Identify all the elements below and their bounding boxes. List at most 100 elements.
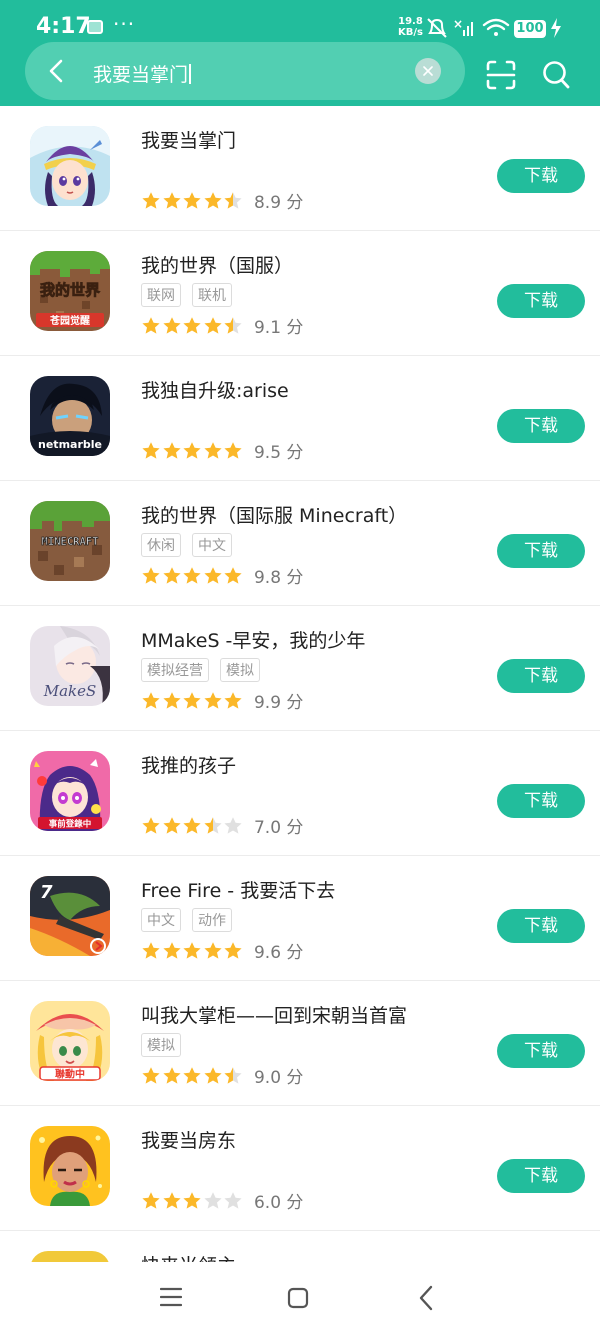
- app-name[interactable]: 我独自升级:arise: [141, 376, 289, 403]
- back-arrow-icon[interactable]: [45, 58, 69, 84]
- app-row[interactable]: 7 Free Fire - 我要活下去 中文 动作 9.6 分 下载: [0, 856, 600, 981]
- star-empty-icon: [204, 1191, 222, 1209]
- tag[interactable]: 中文: [192, 533, 232, 557]
- scan-icon[interactable]: [486, 60, 516, 90]
- star-empty-icon: [224, 816, 242, 834]
- rating-score: 9.5 分: [253, 443, 304, 463]
- star-filled-icon: [204, 316, 222, 334]
- tag[interactable]: 模拟: [220, 658, 260, 682]
- app-row[interactable]: netmarble 我独自升级:arise 9.5 分 下载: [0, 356, 600, 481]
- app-row[interactable]: 我要当房东 6.0 分 下载: [0, 1106, 600, 1231]
- app-name[interactable]: 我要当掌门: [141, 126, 236, 153]
- star-filled-icon: [162, 1066, 181, 1084]
- app-icon-minecraft[interactable]: MINECRAFT: [30, 501, 110, 581]
- star-filled-icon: [224, 941, 242, 959]
- app-icon-image: 聯動中: [30, 1001, 110, 1081]
- app-icon-free-fire[interactable]: 7: [30, 876, 110, 956]
- tag-list: 模拟经营 模拟: [141, 658, 271, 684]
- download-button[interactable]: 下载: [497, 534, 585, 568]
- app-icon-wo-yao-dang-fang-dong[interactable]: [30, 1126, 110, 1206]
- app-row[interactable]: 事前登錄中 我推的孩子 7.0 分 下载: [0, 731, 600, 856]
- rating-stars: 9.5 分: [141, 438, 304, 463]
- star-filled-icon: [142, 816, 160, 834]
- status-bar: 4:17 ··· 19.8 KB/s × 100: [0, 0, 600, 44]
- search-results-list[interactable]: 我要当掌门 8.9 分 下载 我的世界 苍园觉醒 我的世界（国服） 联网 联机 9…: [0, 106, 600, 1262]
- app-name[interactable]: 我要当房东: [141, 1126, 236, 1153]
- star-filled-icon: [162, 566, 181, 584]
- tag[interactable]: 模拟经营: [141, 658, 209, 682]
- app-icon-wo-yao-dang-zhang-men[interactable]: [30, 126, 110, 206]
- tag[interactable]: 动作: [192, 908, 232, 932]
- rating-stars: 9.1 分: [141, 313, 304, 338]
- download-button[interactable]: 下载: [497, 1034, 585, 1068]
- rating-score: 6.0 分: [253, 1193, 304, 1213]
- app-name[interactable]: 叫我大掌柜——回到宋朝当首富: [141, 1001, 407, 1028]
- app-icon-kuai-lai-dang-ling-zhu[interactable]: [30, 1251, 110, 1262]
- recent-apps-icon[interactable]: [160, 1286, 182, 1308]
- battery-level: 100: [514, 20, 546, 38]
- search-bar[interactable]: 我要当掌门: [25, 42, 465, 100]
- tag-list: 联网 联机: [141, 283, 243, 309]
- back-icon[interactable]: [417, 1285, 435, 1311]
- tag[interactable]: 中文: [141, 908, 181, 932]
- rating-score: 9.1 分: [253, 318, 304, 338]
- star-filled-icon: [204, 1066, 222, 1084]
- star-half-icon: [204, 816, 222, 834]
- system-navigation-bar: [0, 1262, 600, 1333]
- top-bar: 4:17 ··· 19.8 KB/s × 100 我要当掌门: [0, 0, 600, 106]
- star-filled-icon: [224, 566, 242, 584]
- rating-score: 9.8 分: [253, 568, 304, 588]
- rating-score: 7.0 分: [253, 818, 304, 838]
- icon-banner-text: 事前登錄中: [49, 819, 92, 830]
- app-row[interactable]: 聯動中 叫我大掌柜——回到宋朝当首富 模拟 9.0 分 下载: [0, 981, 600, 1106]
- app-icon-minecraft-china[interactable]: 我的世界 苍园觉醒: [30, 251, 110, 331]
- download-button[interactable]: 下载: [497, 409, 585, 443]
- star-filled-icon: [183, 441, 201, 459]
- rating-stars: 9.6 分: [141, 938, 304, 963]
- tag[interactable]: 休闲: [141, 533, 181, 557]
- app-name[interactable]: Free Fire - 我要活下去: [141, 876, 335, 903]
- star-filled-icon: [204, 441, 222, 459]
- clear-search-button[interactable]: [415, 58, 441, 84]
- rating-stars: 9.9 分: [141, 688, 303, 713]
- app-name[interactable]: 快来当领主: [141, 1251, 236, 1262]
- tag[interactable]: 联机: [192, 283, 232, 307]
- app-icon-image: netmarble: [30, 376, 110, 456]
- app-icon-jiao-wo-da-zhang-gui[interactable]: 聯動中: [30, 1001, 110, 1081]
- star-filled-icon: [183, 691, 201, 709]
- download-button[interactable]: 下载: [497, 784, 585, 818]
- tag[interactable]: 模拟: [141, 1033, 181, 1057]
- search-icon[interactable]: [542, 60, 570, 90]
- app-name[interactable]: MMakeS -早安，我的少年: [141, 626, 365, 653]
- star-filled-icon: [183, 1066, 201, 1084]
- search-input[interactable]: 我要当掌门: [93, 60, 191, 87]
- rating-score: 9.6 分: [253, 943, 304, 963]
- star-filled-icon: [183, 566, 201, 584]
- star-half-icon: [224, 191, 242, 209]
- app-row[interactable]: MakeS MMakeS -早安，我的少年 模拟经营 模拟 9.9 分 下载: [0, 606, 600, 731]
- app-name[interactable]: 我的世界（国服）: [141, 251, 293, 278]
- app-name[interactable]: 我推的孩子: [141, 751, 236, 778]
- download-button[interactable]: 下载: [497, 1159, 585, 1193]
- mute-bell-icon: [427, 18, 447, 38]
- app-icon-solo-leveling-arise[interactable]: netmarble: [30, 376, 110, 456]
- app-icon-oshi-no-ko[interactable]: 事前登錄中: [30, 751, 110, 831]
- app-row[interactable]: 我要当掌门 8.9 分 下载: [0, 106, 600, 231]
- tag[interactable]: 联网: [141, 283, 181, 307]
- rating-stars: 7.0 分: [141, 813, 304, 838]
- app-row[interactable]: 快来当领主: [0, 1231, 600, 1262]
- star-filled-icon: [183, 941, 201, 959]
- app-row[interactable]: 我的世界 苍园觉醒 我的世界（国服） 联网 联机 9.1 分 下载: [0, 231, 600, 356]
- app-icon-makes[interactable]: MakeS: [30, 626, 110, 706]
- download-button[interactable]: 下载: [497, 284, 585, 318]
- rating-score: 9.0 分: [253, 1068, 304, 1088]
- charging-icon: [551, 18, 561, 38]
- download-button[interactable]: 下载: [497, 659, 585, 693]
- tag-list: 休闲 中文: [141, 533, 243, 559]
- star-filled-icon: [142, 191, 160, 209]
- home-icon[interactable]: [287, 1287, 309, 1309]
- app-row[interactable]: MINECRAFT 我的世界（国际服 Minecraft） 休闲 中文 9.8 分…: [0, 481, 600, 606]
- download-button[interactable]: 下载: [497, 159, 585, 193]
- app-name[interactable]: 我的世界（国际服 Minecraft）: [141, 501, 407, 528]
- download-button[interactable]: 下载: [497, 909, 585, 943]
